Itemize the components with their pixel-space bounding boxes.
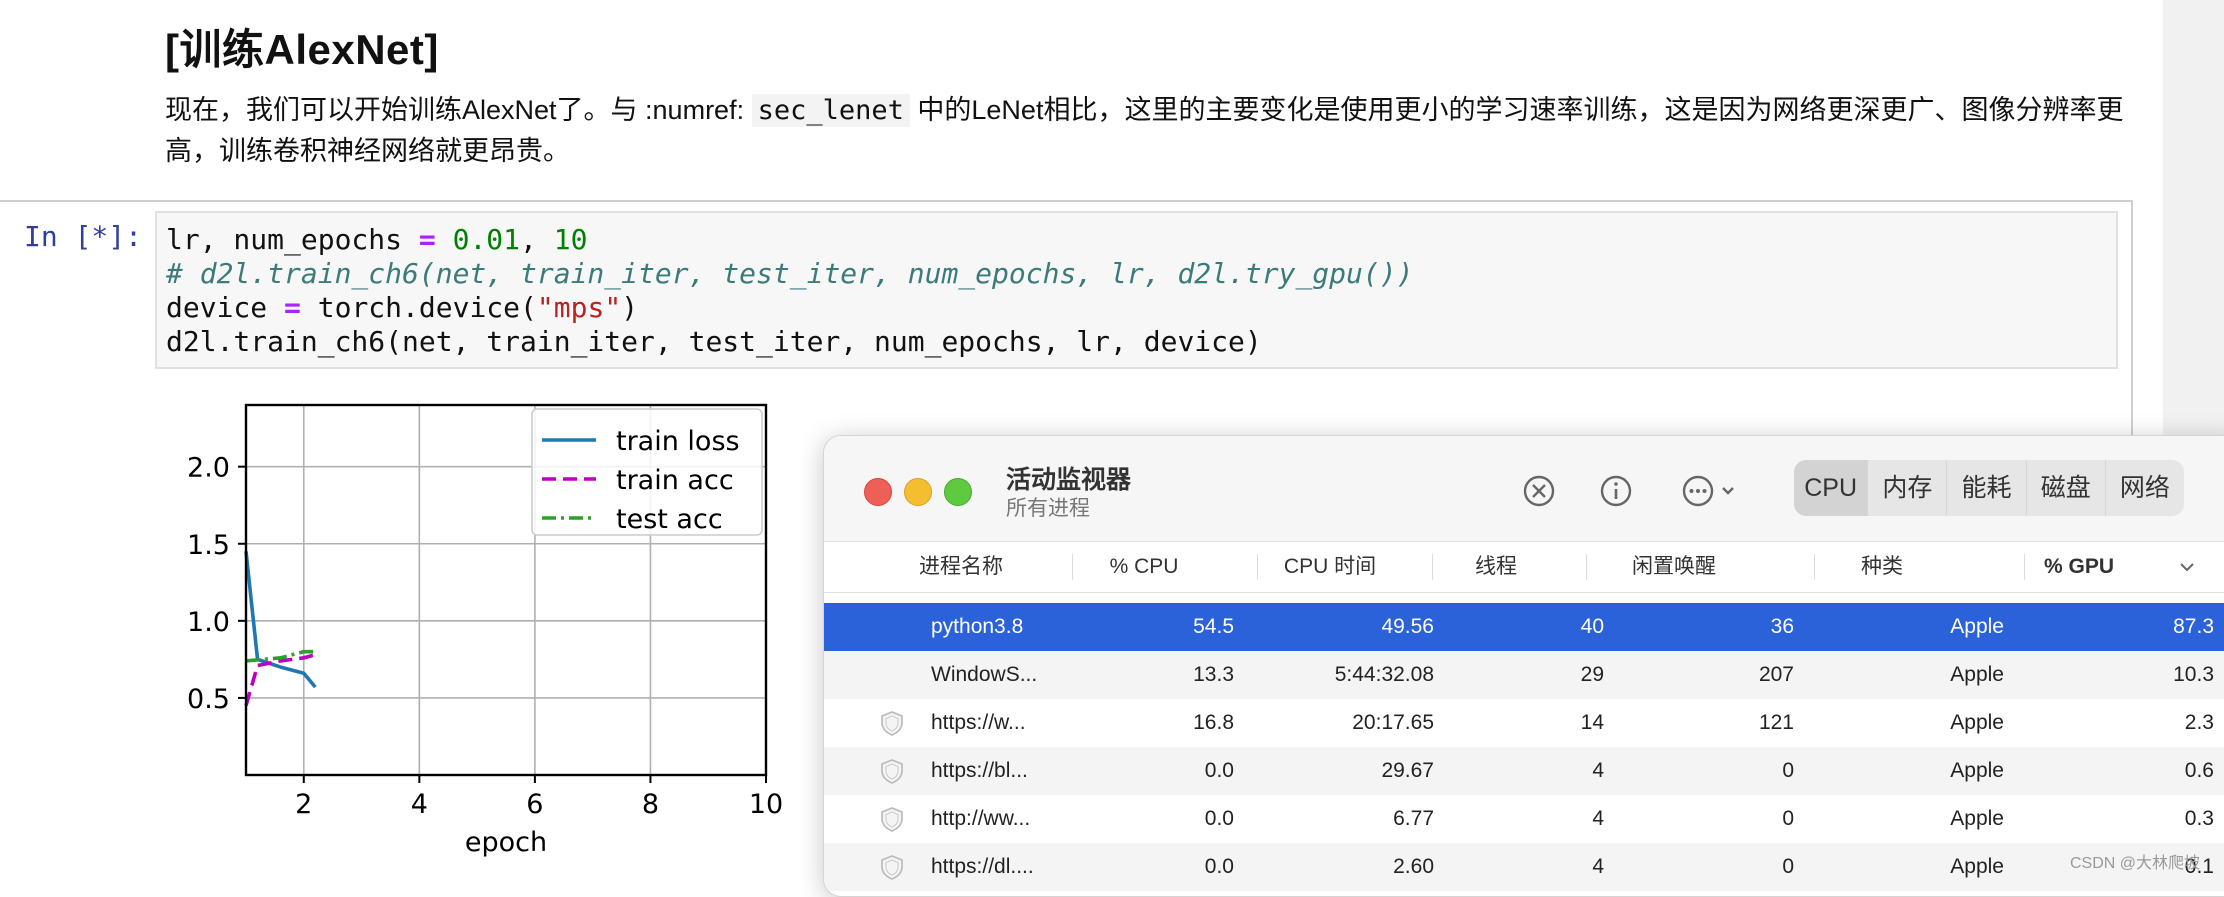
column-divider[interactable]: [1072, 554, 1073, 580]
shield-icon: [881, 759, 903, 784]
code-line-3: device = torch.device("mps"): [166, 291, 638, 324]
activity-monitor-window[interactable]: 活动监视器 所有进程 CPU 内存 能耗 磁盘 网络 进程名称% CPU CPU 时间 线程…: [823, 435, 2224, 897]
legend-label: test acc: [616, 504, 723, 535]
code-operator: =: [418, 223, 436, 256]
tab-1[interactable]: 内存: [1867, 460, 1946, 516]
para-text-start: 现在，我们可以开始训练AlexNet了。与 :numref:: [165, 95, 752, 125]
watermark-text: CSDN @大林爬坡: [2070, 855, 2201, 872]
code-number: 10: [553, 223, 588, 256]
activity-monitor-toolbar: 活动监视器 所有进程 CPU 内存 能耗 磁盘 网络: [824, 436, 2224, 541]
column-divider[interactable]: [2024, 554, 2025, 580]
column-header-5[interactable]: 种类: [1792, 542, 1972, 592]
y-tick-label: 1.0: [187, 607, 230, 638]
process-row[interactable]: python3.8 54.5 49.56 40 36 Apple 87.3: [824, 603, 2224, 651]
column-divider[interactable]: [1586, 554, 1587, 580]
legend-label: train acc: [616, 465, 734, 496]
process-row[interactable]: http://ww... 0.0 6.77 4 0 Apple 0.3: [824, 795, 2224, 843]
close-window-button[interactable]: [864, 478, 892, 506]
shield-icon: [881, 855, 903, 880]
code-cell-input[interactable]: lr, num_epochs = 0.01, 10 # d2l.train_ch…: [155, 211, 2118, 369]
column-divider[interactable]: [1814, 554, 1815, 580]
code-line-2-comment: # d2l.train_ch6(net, train_iter, test_it…: [166, 257, 1414, 290]
shield-icon: [881, 711, 903, 736]
cell-gpu: 0.6: [2184, 759, 2214, 782]
cell-gpu: 87.3: [2173, 615, 2214, 638]
cell-border-top: [0, 200, 2133, 202]
info-icon[interactable]: [1593, 468, 1639, 514]
stop-process-icon[interactable]: [1516, 468, 1562, 514]
tab-4[interactable]: 网络: [2104, 460, 2184, 516]
process-row[interactable]: https://dl.... 0.0 2.60 4 0 Apple 0.1: [824, 843, 2224, 891]
x-tick-label: 2: [295, 789, 312, 820]
process-row[interactable]: WindowS... 13.3 5:44:32.08 29 207 Apple 10.3: [824, 651, 2224, 699]
code-text: ,: [520, 223, 554, 256]
code-text: lr, num_epochs: [166, 223, 419, 256]
column-header-3[interactable]: 线程: [1436, 542, 1556, 592]
y-tick-label: 2.0: [187, 453, 230, 484]
column-header-4[interactable]: 闲置唤醒: [1584, 542, 1764, 592]
cell-gpu: 0.3: [2184, 807, 2214, 830]
code-text: ): [621, 291, 639, 324]
section-heading: [训练AlexNet]: [165, 26, 439, 73]
cell-gpu: 2.3: [2184, 711, 2214, 734]
tab-2[interactable]: 能耗: [1946, 460, 2025, 516]
zoom-window-button[interactable]: [944, 478, 972, 506]
training-chart: 2 4 6 8 10 0.5 1.0 1.5 2.0 epoch train loss train a…: [187, 403, 783, 858]
x-tick-label: 4: [411, 789, 428, 820]
column-header-6[interactable]: % GPU: [2019, 542, 2139, 592]
code-number: 0.01: [452, 223, 521, 256]
window-subtitle: 所有进程: [1006, 497, 1090, 520]
code-text: device: [166, 291, 285, 324]
code-line-4: d2l.train_ch6(net, train_iter, test_iter…: [166, 325, 1262, 358]
code-line-1: lr, num_epochs = 0.01, 10: [166, 223, 587, 256]
column-header-1[interactable]: % CPU: [1074, 542, 1214, 592]
legend-label: train loss: [616, 426, 740, 457]
intro-paragraph: 现在，我们可以开始训练AlexNet了。与 :numref: sec_lenet…: [165, 90, 2125, 171]
cell-border-right: [2131, 200, 2133, 440]
x-tick-label: 10: [749, 789, 783, 820]
tab-3[interactable]: 磁盘: [2025, 460, 2105, 516]
inline-code-ref: sec_lenet: [751, 94, 910, 127]
window-title: 活动监视器: [1006, 466, 1132, 494]
column-divider[interactable]: [1257, 554, 1258, 580]
code-operator: =: [284, 291, 301, 324]
process-table-header: 进程名称% CPU CPU 时间 线程 闲置唤醒 种类 % GPU: [824, 541, 2224, 593]
column-divider[interactable]: [1432, 554, 1433, 580]
y-tick-label: 1.5: [187, 530, 230, 561]
column-header-2[interactable]: CPU 时间: [1260, 542, 1400, 592]
minimize-window-button[interactable]: [904, 478, 932, 506]
cell-prompt: In [*]:: [24, 220, 143, 253]
process-row[interactable]: https://bl... 0.0 29.67 4 0 Apple 0.6: [824, 747, 2224, 795]
code-text: torch.device(: [300, 291, 537, 324]
process-row[interactable]: https://w... 16.8 20:17.65 14 121 Apple 2.3: [824, 699, 2224, 747]
y-tick-label: 0.5: [187, 684, 230, 715]
x-axis-label: epoch: [465, 827, 547, 858]
more-actions-icon[interactable]: [1675, 468, 1745, 514]
x-tick-label: 6: [526, 789, 543, 820]
code-string: "mps": [536, 291, 622, 324]
cell-gpu: 10.3: [2173, 663, 2214, 686]
sort-chevron-icon[interactable]: [2177, 557, 2197, 577]
shield-icon: [881, 807, 903, 832]
column-header-0[interactable]: 进程名称: [919, 542, 1089, 592]
view-tab-bar: CPU 内存 能耗 磁盘 网络: [1794, 460, 2184, 516]
tab-0[interactable]: CPU: [1794, 460, 1868, 516]
x-tick-label: 8: [642, 789, 659, 820]
